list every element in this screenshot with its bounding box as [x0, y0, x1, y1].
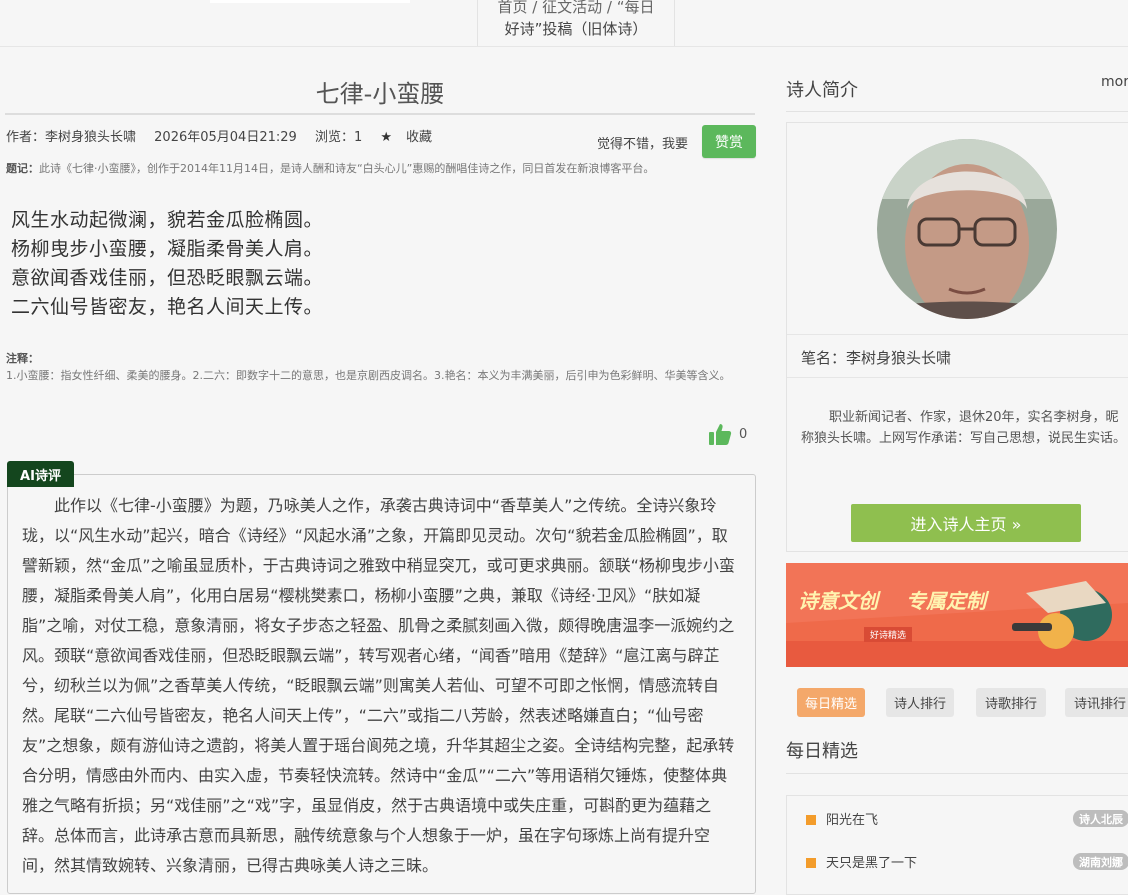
author-label[interactable]: 作者：李树身狼头长啸 — [6, 130, 136, 145]
avatar[interactable] — [877, 139, 1057, 319]
poem-line: 杨柳曳步小蛮腰，凝脂柔骨美人肩。 — [11, 238, 324, 260]
tab-poem-ranking[interactable]: 诗歌排行 — [976, 688, 1046, 717]
card-divider — [787, 334, 1128, 335]
bullet-icon — [806, 857, 816, 868]
breadcrumb-line-1[interactable]: 首页 / 征文活动 / “每日 — [488, 0, 664, 18]
preface: 题记：此诗《七律·小蛮腰》，创作于2014年11月14日，是诗人酬和诗友“白头心… — [6, 160, 756, 176]
sidebar-divider — [786, 773, 1128, 774]
breadcrumb-line-2[interactable]: 好诗”投稿（旧体诗） — [488, 18, 664, 40]
top-decoration — [210, 0, 410, 3]
notes-label: 注释： — [6, 352, 39, 365]
reward-prompt: 觉得不错，我要 — [597, 137, 689, 152]
poem-line: 二六仙号皆密友，艳名人间天上传。 — [11, 296, 324, 318]
poem-line: 风生水动起微澜，貌若金瓜脸椭圆。 — [11, 209, 324, 231]
star-icon[interactable]: ★ — [380, 130, 392, 145]
views-count: 浏览：1 ★ 收藏 — [315, 130, 446, 145]
notes-text: 1.小蛮腰：指女性纤细、柔美的腰身。2.二六：即数字十二的意思，也是京剧西皮调名… — [6, 369, 731, 382]
poem-meta: 作者：李树身狼头长啸 2026年05月04日21:29 浏览：1 ★ 收藏 — [6, 126, 460, 145]
header-divider — [0, 46, 1128, 47]
sidebar-divider — [786, 111, 1128, 112]
list-item[interactable]: 阳光在飞 — [806, 809, 878, 828]
daily-picks-title: 每日精选 — [786, 741, 858, 762]
bullet-icon — [806, 814, 816, 825]
card-divider — [787, 377, 1128, 378]
preface-label: 题记： — [6, 162, 39, 175]
favorite-link[interactable]: 收藏 — [406, 130, 432, 145]
banner-sub: 好诗精选 — [864, 627, 913, 642]
ai-review-text: 此作以《七律-小蛮腰》为题，乃咏美人之作，承袭古典诗词中“香草美人”之传统。全诗… — [22, 496, 735, 875]
list-item[interactable]: 天只是黑了一下 — [806, 852, 917, 871]
poem-line: 意欲闻香戏佳丽，但恐眨眼飘云端。 — [11, 267, 324, 289]
banner-text-2: 专属定制 — [906, 589, 986, 613]
banner-text-1: 诗意文创 — [798, 589, 878, 613]
author-badge[interactable]: 诗人北辰 — [1073, 810, 1128, 827]
promo-banner[interactable]: 诗意文创 专属定制 好诗精选 — [786, 563, 1128, 667]
more-link[interactable]: more — [1101, 74, 1128, 90]
publish-datetime: 2026年05月04日21:29 — [154, 130, 297, 145]
thumbs-up-icon[interactable] — [708, 422, 732, 446]
breadcrumb[interactable]: 首页 / 征文活动 / “每日 好诗”投稿（旧体诗） — [477, 0, 675, 46]
views-label: 浏览：1 — [314, 130, 363, 145]
ai-review-tag: AI诗评 — [7, 461, 74, 487]
poem-title: 七律-小蛮腰 — [315, 80, 445, 108]
enter-poet-home-button[interactable]: 进入诗人主页 » — [851, 504, 1081, 542]
tab-daily-picks[interactable]: 每日精选 — [797, 688, 865, 717]
list-item-title[interactable]: 天只是黑了一下 — [826, 856, 917, 871]
poem-body: 风生水动起微澜，貌若金瓜脸椭圆。 杨柳曳步小蛮腰，凝脂柔骨美人肩。 意欲闻香戏佳… — [11, 206, 323, 322]
poet-bio: 职业新闻记者、作家，退休20年，实名李树身，昵称狼头长啸。上网写作承诺：写自己思… — [801, 410, 1127, 446]
banner-artwork — [786, 563, 1128, 667]
preface-text: 此诗《七律·小蛮腰》，创作于2014年11月14日，是诗人酬和诗友“白头心儿”惠… — [39, 162, 655, 175]
list-item-title[interactable]: 阳光在飞 — [826, 813, 878, 828]
tab-news-ranking[interactable]: 诗讯排行 — [1065, 688, 1128, 717]
poet-intro-title: 诗人简介 — [786, 80, 858, 101]
title-underline — [5, 113, 755, 115]
like-count: 0 — [739, 427, 748, 442]
reward-button[interactable]: 赞赏 — [702, 125, 756, 158]
poet-pen-name: 笔名：李树身狼头长啸 — [801, 349, 952, 367]
author-badge[interactable]: 湖南刘娜 — [1073, 853, 1128, 870]
tab-poet-ranking[interactable]: 诗人排行 — [886, 688, 954, 717]
